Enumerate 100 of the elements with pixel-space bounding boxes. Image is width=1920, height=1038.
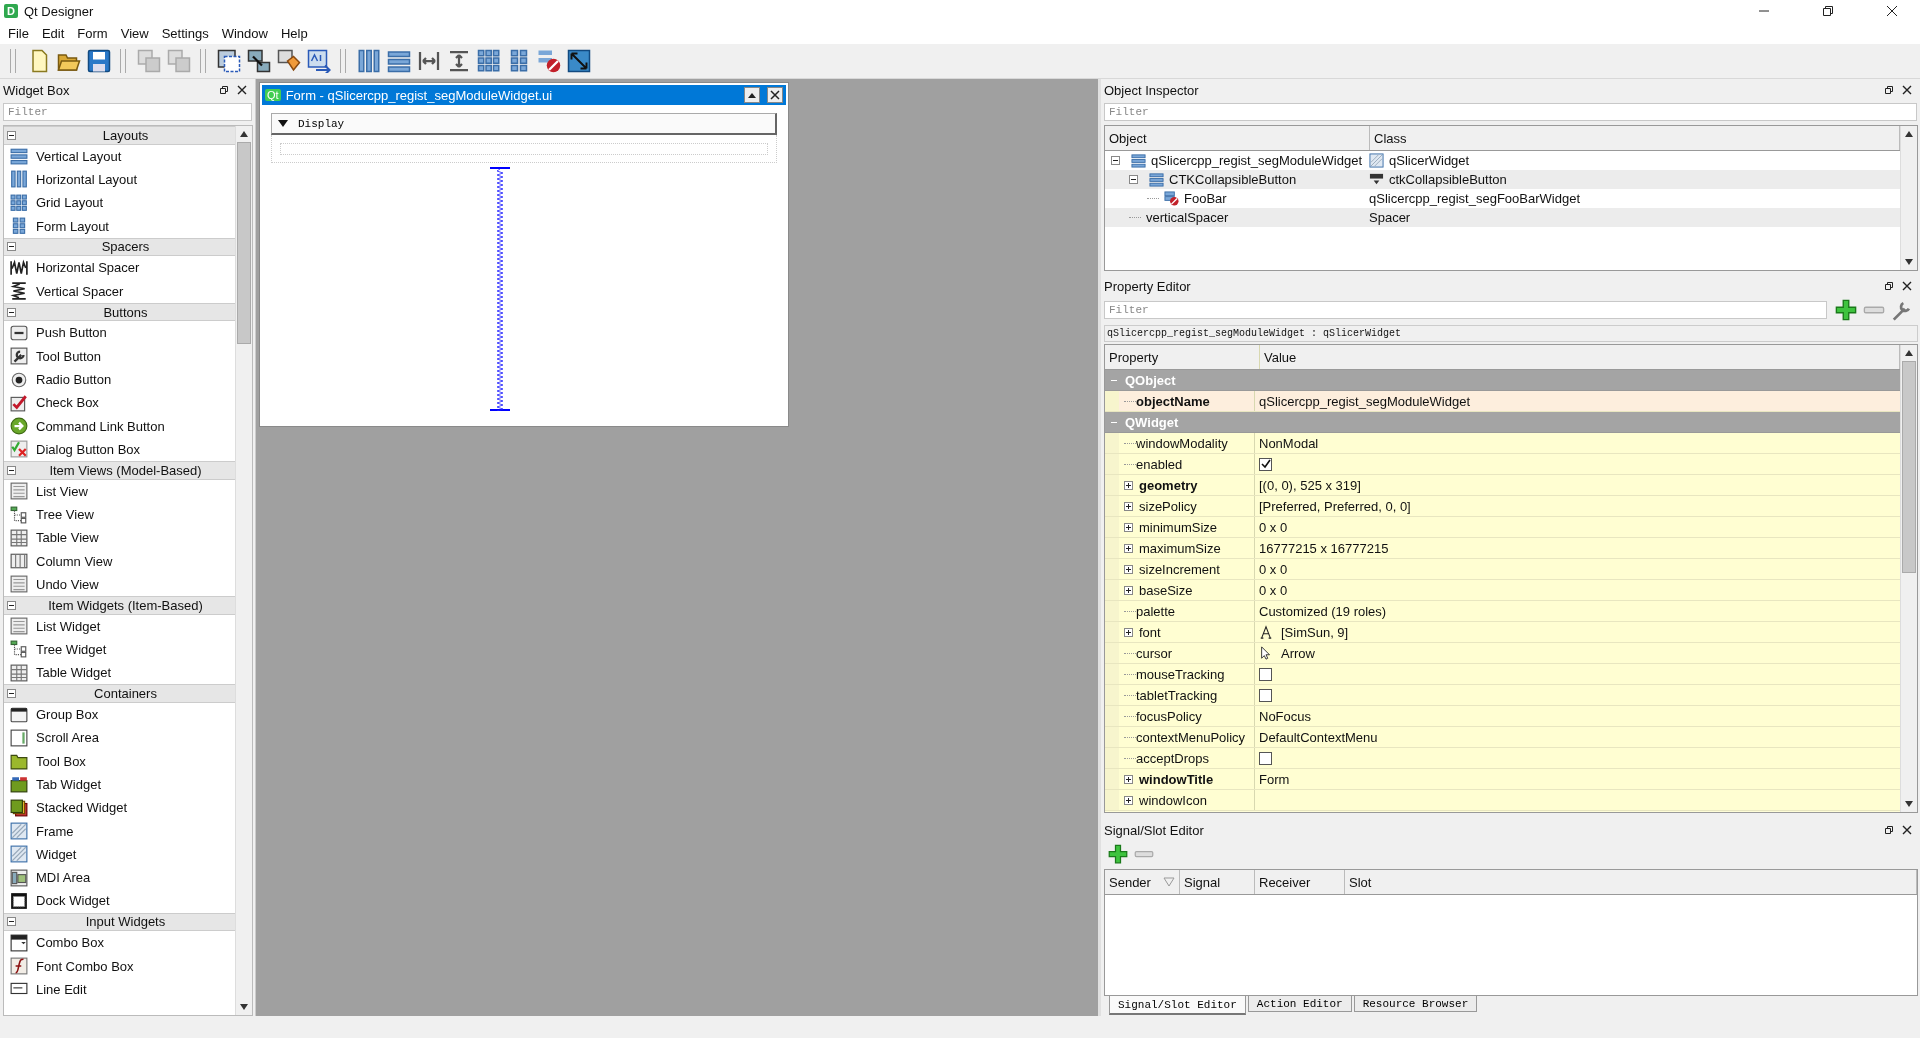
category-header[interactable]: Layouts	[4, 126, 235, 145]
widget-item[interactable]: List Widget	[36, 618, 101, 634]
widget-item[interactable]: Tree Widget	[36, 642, 107, 657]
collapse-toggle[interactable]	[7, 689, 16, 699]
collapse-toggle[interactable]	[7, 130, 16, 140]
widget-item[interactable]: Vertical Spacer	[36, 283, 124, 299]
scrollbar[interactable]	[235, 126, 252, 1015]
expand-toggle[interactable]	[1124, 795, 1133, 805]
scroll-down-icon[interactable]	[240, 1004, 248, 1010]
column-header[interactable]: Property	[1105, 345, 1260, 369]
menu-item[interactable]: Help	[274, 23, 315, 43]
tab-order-icon[interactable]	[307, 49, 331, 73]
widget-item[interactable]: Tab Widget	[36, 776, 102, 792]
tree-toggle[interactable]	[1129, 175, 1138, 184]
expand-toggle[interactable]	[1124, 627, 1133, 637]
menu-item[interactable]: View	[114, 23, 156, 43]
widget-item[interactable]: Column View	[36, 553, 113, 569]
property-value[interactable]: 16777215 x 16777215	[1259, 540, 1389, 556]
widget-item[interactable]: Horizontal Layout	[36, 171, 138, 187]
break-layout-icon[interactable]	[537, 49, 561, 73]
property-value[interactable]: [Preferred, Preferred, 0, 0]	[1259, 498, 1411, 514]
widget-item[interactable]: Grid Layout	[36, 195, 104, 211]
columns-layout-icon[interactable]	[357, 49, 381, 73]
checkbox[interactable]	[1259, 667, 1272, 681]
menu-item[interactable]: Edit	[35, 23, 72, 43]
expand-toggle[interactable]	[1124, 564, 1133, 574]
scrollbar[interactable]	[1900, 126, 1917, 270]
widget-item[interactable]: Form Layout	[36, 218, 109, 234]
object-name[interactable]: FooBar	[1184, 191, 1227, 206]
wrench-menu-icon[interactable]	[1891, 299, 1913, 321]
add-icon[interactable]	[1108, 844, 1128, 864]
widget-item[interactable]: Check Box	[36, 395, 99, 411]
grid-icon[interactable]	[477, 49, 501, 73]
collapse-toggle[interactable]	[7, 465, 16, 475]
property-value[interactable]: 0 x 0	[1259, 582, 1288, 598]
widget-item[interactable]: Dialog Button Box	[36, 441, 141, 457]
scroll-up-icon[interactable]	[240, 131, 248, 137]
collapsible-button[interactable]: Display	[271, 113, 777, 135]
close-icon[interactable]	[1886, 5, 1898, 17]
property-value[interactable]: NonModal	[1259, 435, 1319, 451]
widget-item[interactable]: Tool Button	[36, 348, 102, 364]
scrollbar[interactable]	[1900, 345, 1917, 812]
property-value[interactable]: [(0, 0), 525 x 319]	[1259, 477, 1361, 493]
scroll-up-icon[interactable]	[1905, 350, 1913, 356]
property-value[interactable]: [SimSun, 9]	[1281, 624, 1349, 640]
widget-item[interactable]: Horizontal Spacer	[36, 260, 140, 276]
category-header[interactable]: Containers	[4, 684, 235, 703]
property-value[interactable]: Customized (19 roles)	[1259, 603, 1387, 619]
tag-icon[interactable]	[277, 49, 301, 73]
filter-field[interactable]: Filter	[1104, 103, 1917, 121]
column-header[interactable]: Object	[1105, 126, 1370, 150]
category-header[interactable]: Item Views (Model-Based)	[4, 461, 235, 480]
float-icon[interactable]	[1884, 85, 1894, 95]
widget-item[interactable]: Font Combo Box	[36, 958, 134, 974]
widget-item[interactable]: Command Link Button	[36, 418, 165, 434]
widget-item[interactable]: Dock Widget	[36, 893, 110, 909]
category-header[interactable]: Buttons	[4, 302, 235, 322]
widget-item[interactable]: Scroll Area	[36, 730, 99, 746]
widget-item[interactable]: Frame	[36, 823, 74, 839]
float-icon[interactable]	[219, 85, 229, 95]
widget-item[interactable]: Tool Box	[36, 753, 86, 769]
property-value[interactable]: qSlicercpp_regist_segModuleWidget	[1259, 393, 1470, 409]
category-header[interactable]: Input Widgets	[4, 912, 235, 932]
widget-item[interactable]: Table Widget	[36, 665, 112, 681]
widget-item[interactable]: Tree View	[36, 507, 94, 522]
scroll-down-icon[interactable]	[1905, 259, 1913, 265]
widget-item[interactable]: Group Box	[36, 707, 99, 723]
adjust-size-icon[interactable]	[567, 49, 591, 73]
property-value[interactable]: 0 x 0	[1259, 519, 1288, 535]
column-header[interactable]: Signal	[1180, 870, 1255, 894]
checkbox[interactable]	[1259, 688, 1272, 702]
widget-item[interactable]: Combo Box	[36, 935, 104, 951]
tab[interactable]: Action Editor	[1247, 996, 1352, 1012]
horizontal-splitter-icon[interactable]	[417, 49, 441, 73]
tree-toggle[interactable]	[1111, 156, 1120, 165]
object-name[interactable]: CTKCollapsibleButton	[1169, 172, 1297, 187]
expand-toggle[interactable]	[1124, 585, 1133, 595]
checkbox[interactable]	[1259, 457, 1272, 471]
expand-toggle[interactable]	[1124, 774, 1133, 784]
menu-item[interactable]: Window	[215, 23, 275, 43]
category-header[interactable]: Spacers	[4, 237, 235, 257]
property-value[interactable]: NoFocus	[1259, 708, 1312, 724]
widget-item[interactable]: Vertical Layout	[36, 148, 122, 164]
property-value[interactable]: 0 x 0	[1259, 561, 1288, 577]
collapse-toggle[interactable]	[7, 917, 16, 927]
filter-field[interactable]: Filter	[3, 103, 252, 121]
widget-item[interactable]: Stacked Widget	[36, 800, 128, 816]
property-value[interactable]: Form	[1259, 771, 1290, 787]
close-icon[interactable]	[237, 85, 247, 95]
object-name[interactable]: verticalSpacer	[1146, 210, 1229, 225]
expand-toggle[interactable]	[1124, 480, 1133, 490]
filter-field[interactable]: Filter	[1104, 301, 1827, 319]
widget-edit-icon[interactable]	[217, 49, 241, 73]
close-icon[interactable]	[1902, 825, 1912, 835]
tab[interactable]: Resource Browser	[1353, 996, 1478, 1012]
close-icon[interactable]	[1902, 281, 1912, 291]
widget-item[interactable]: List View	[36, 483, 88, 499]
expand-toggle[interactable]	[1124, 522, 1133, 532]
vertical-splitter-icon[interactable]	[447, 49, 471, 73]
menu-item[interactable]: Settings	[155, 23, 216, 43]
